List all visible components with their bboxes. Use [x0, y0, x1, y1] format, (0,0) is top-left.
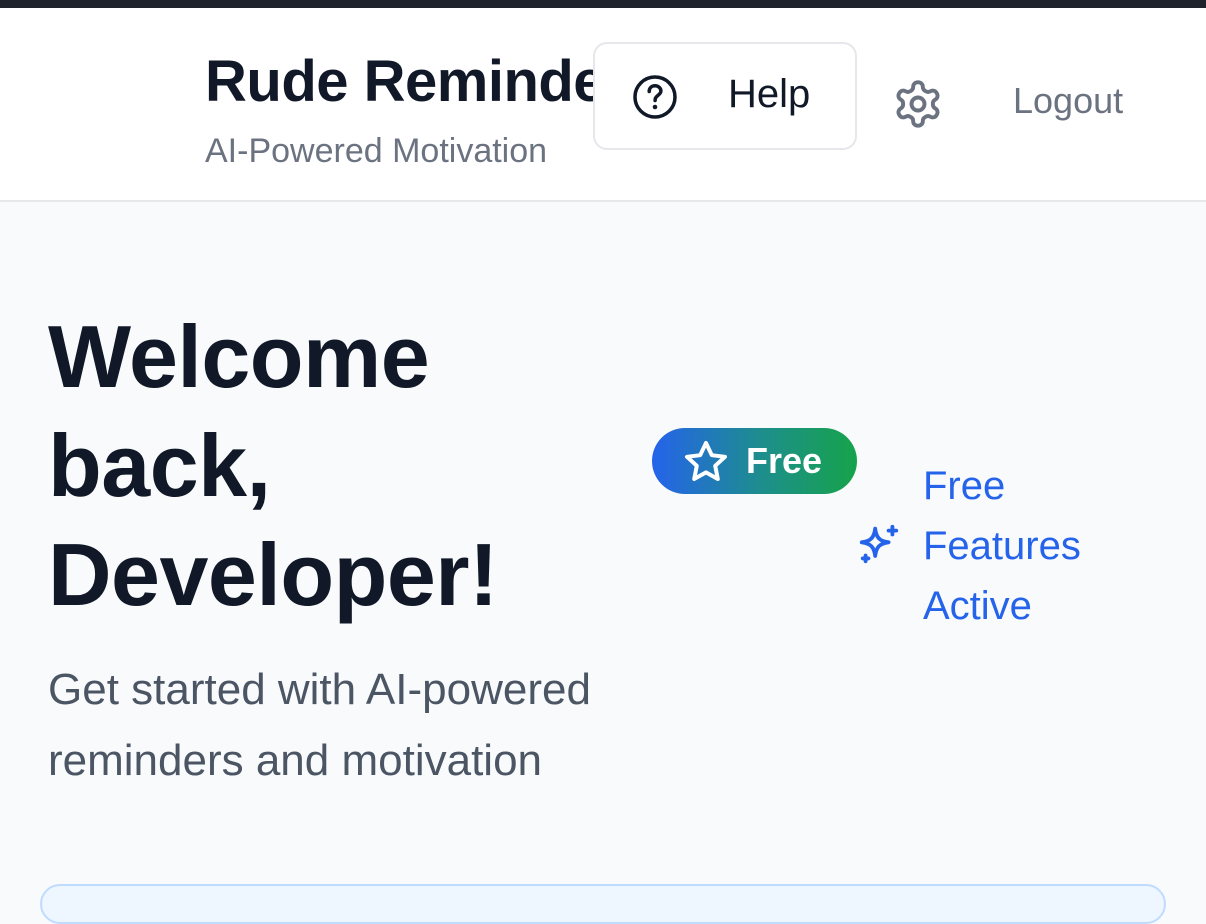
gear-icon	[896, 80, 940, 128]
app-subtitle: AI-Powered Motivation	[205, 132, 548, 170]
settings-button[interactable]	[892, 78, 944, 130]
help-button-label: Help	[728, 72, 811, 116]
features-status-text: Free Features Active	[923, 464, 1081, 628]
logout-button[interactable]: Logout	[1013, 80, 1123, 122]
help-button[interactable]: Help	[593, 42, 857, 150]
plan-badge-label: Free	[746, 440, 823, 481]
window-top-strip	[0, 0, 1206, 8]
help-circle-icon	[633, 75, 677, 119]
plan-badge: Free	[652, 428, 857, 494]
star-icon	[685, 441, 727, 481]
welcome-subtext: Get started with AI-powered reminders an…	[48, 665, 591, 785]
content-card	[40, 884, 1166, 924]
sparkles-icon	[859, 524, 899, 564]
app-title: Rude Reminder	[205, 49, 605, 114]
welcome-heading: Welcome back, Developer!	[48, 307, 498, 624]
